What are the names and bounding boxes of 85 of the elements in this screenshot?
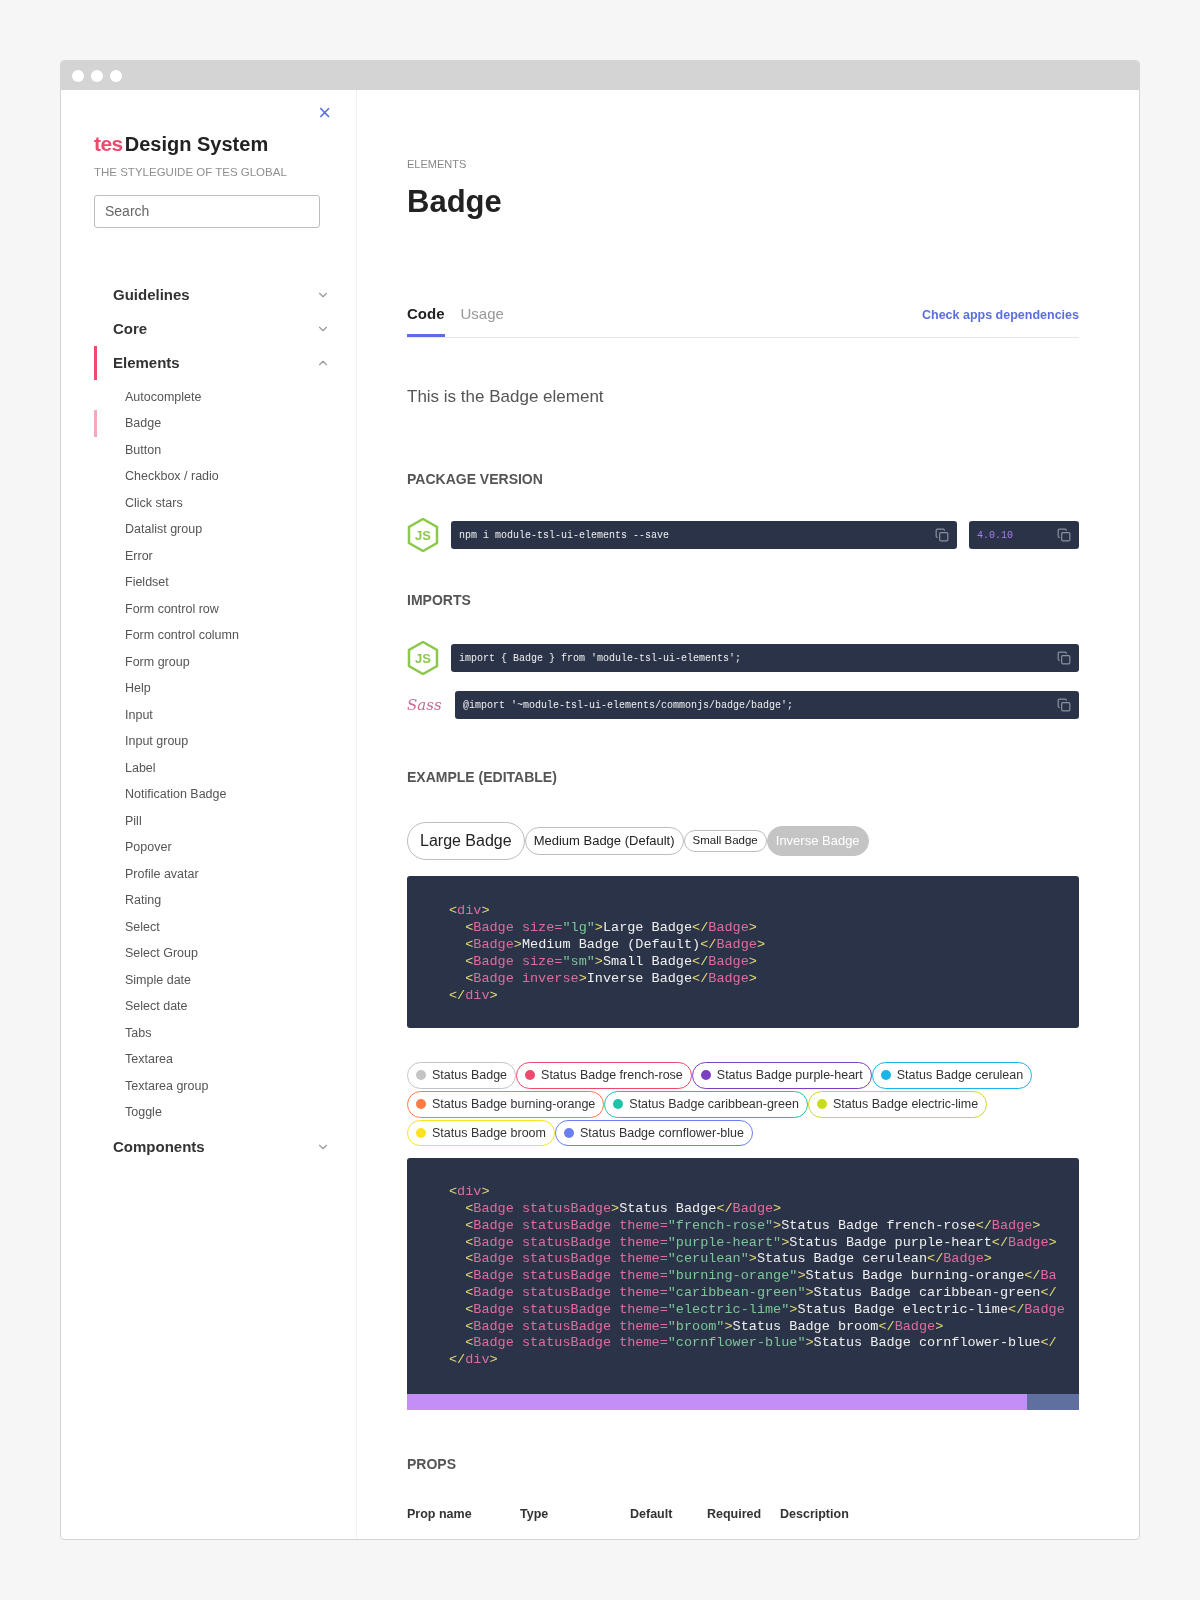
- code-line: <Badge size="sm">Small Badge</Badge>: [464, 953, 758, 970]
- nav-subitem[interactable]: Click stars: [94, 489, 336, 517]
- nav-item[interactable]: Guidelines: [94, 277, 336, 312]
- code-line: <Badge>Medium Badge (Default)</Badge>: [464, 936, 766, 953]
- code-line: <div>: [449, 902, 491, 919]
- copy-icon[interactable]: [1057, 651, 1071, 665]
- nav-subitem[interactable]: Form control row: [94, 595, 336, 623]
- page-title: Badge: [407, 182, 503, 221]
- js-logo-icon: JS: [407, 641, 439, 675]
- brand-title: Design System: [124, 132, 269, 157]
- sass-logo-icon: Sass: [407, 693, 443, 717]
- nav-subitem[interactable]: Input: [94, 701, 336, 729]
- section-heading: PROPS: [407, 1455, 457, 1475]
- search-field[interactable]: Search: [94, 194, 320, 228]
- section-heading: PACKAGE VERSION: [407, 470, 544, 489]
- code-line: <Badge size="lg">Large Badge</Badge>: [464, 919, 758, 936]
- copy-icon[interactable]: [935, 528, 949, 542]
- nav-subitem[interactable]: Select: [94, 913, 336, 941]
- nav-subitem[interactable]: Help: [94, 675, 336, 702]
- nav-subitem[interactable]: Autocomplete: [94, 383, 336, 411]
- section-eyebrow: ELEMENTS: [407, 157, 468, 172]
- badge: Inverse Badge: [766, 826, 869, 856]
- code-line: </div>: [449, 1352, 499, 1369]
- code-line: <Badge statusBadge theme="electric-lime">Status Badge electric-lime</Badge: [464, 1301, 1066, 1319]
- code-line: <Badge inverse>Inverse Badge</Badge>: [464, 970, 758, 987]
- code-line: <Badge statusBadge theme="burning-orange">Status Badge burning-orange</Ba: [464, 1268, 1058, 1286]
- code-line: <Badge statusBadge theme="broom">Status Badge broom</Badge>: [464, 1318, 945, 1336]
- code-line: import { Badge } from 'module-tsl-ui-elements';: [459, 651, 742, 666]
- code-line: <Badge statusBadge theme="caribbean-green">Status Badge caribbean-green</: [464, 1285, 1058, 1302]
- code-line: npm i module-tsl-ui-elements --save: [459, 528, 670, 543]
- nav-subitem[interactable]: Error: [94, 542, 336, 570]
- js-logo-icon: JS: [407, 518, 439, 552]
- code-line: @import '~module-tsl-ui-elements/commonjs/badge/badge';: [463, 698, 794, 713]
- column-header: Prop name: [407, 1506, 473, 1524]
- column-header: Required: [707, 1506, 763, 1524]
- nav-subitem[interactable]: Input group: [94, 728, 336, 755]
- nav-subitem[interactable]: Rating: [94, 887, 336, 914]
- copy-icon[interactable]: [1057, 528, 1071, 542]
- nav-item[interactable]: Components: [94, 1129, 336, 1164]
- nav-subitem[interactable]: Notification Badge: [94, 781, 336, 808]
- badge: Large Badge: [407, 822, 525, 860]
- dependencies-link[interactable]: Check apps dependencies: [922, 305, 1079, 337]
- nav-subitem[interactable]: Select Group: [94, 940, 336, 967]
- code-line: </div>: [449, 987, 499, 1004]
- nav-subitem[interactable]: Badge: [94, 410, 336, 437]
- intro-text: This is the Badge element: [407, 385, 605, 408]
- badge: Medium Badge (Default): [524, 827, 684, 855]
- nav-subitem[interactable]: Datalist group: [94, 516, 336, 543]
- version-field: 4.0.10: [969, 521, 1079, 549]
- copy-icon[interactable]: [1057, 698, 1071, 712]
- column-header: Default: [630, 1506, 674, 1524]
- column-header: Description: [780, 1506, 850, 1524]
- tab[interactable]: Code: [407, 303, 445, 337]
- section-heading: EXAMPLE (EDITABLE): [407, 768, 558, 787]
- nav-subitem[interactable]: Profile avatar: [94, 860, 336, 888]
- nav-subitem[interactable]: Pill: [94, 807, 336, 835]
- code-line: <Badge statusBadge>Status Badge</Badge>: [464, 1201, 783, 1218]
- nav-subitem[interactable]: Form group: [94, 648, 336, 676]
- code-line: <Badge statusBadge theme="french-rose">Status Badge french-rose</Badge>: [464, 1217, 1042, 1235]
- badge: Small Badge: [683, 830, 767, 852]
- nav-subitem[interactable]: Tabs: [94, 1019, 336, 1047]
- section-heading: IMPORTS: [407, 591, 472, 610]
- scrollbar-thumb[interactable]: [1027, 1394, 1079, 1411]
- nav-subitem[interactable]: Select date: [94, 993, 336, 1020]
- nav-subitem[interactable]: Popover: [94, 834, 336, 861]
- nav-subitem[interactable]: Textarea: [94, 1046, 336, 1073]
- nav-subitem[interactable]: Label: [94, 754, 336, 782]
- scrollbar[interactable]: [407, 1394, 1079, 1411]
- nav-subitem[interactable]: Toggle: [94, 1099, 336, 1126]
- nav-subitem[interactable]: Checkbox / radio: [94, 463, 336, 490]
- code-line: <Badge statusBadge theme="cerulean">Status Badge cerulean</Badge>: [464, 1251, 993, 1269]
- nav-item[interactable]: Core: [94, 311, 336, 346]
- column-header: Type: [520, 1506, 550, 1524]
- nav-subitem[interactable]: Fieldset: [94, 569, 336, 596]
- nav-subitem[interactable]: Form control column: [94, 622, 336, 649]
- nav-subitem[interactable]: Button: [94, 436, 336, 464]
- code-line: <Badge statusBadge theme="purple-heart">Status Badge purple-heart</Badge>: [464, 1234, 1058, 1252]
- nav-subitem[interactable]: Simple date: [94, 966, 336, 994]
- close-button[interactable]: ×: [318, 102, 331, 124]
- code-line: <Badge statusBadge theme="cornflower-blue">Status Badge cornflower-blue</: [464, 1335, 1058, 1353]
- nav-item[interactable]: Elements: [94, 345, 336, 380]
- brand-subtitle: THE STYLEGUIDE OF TES GLOBAL: [94, 164, 288, 180]
- code-line: <div>: [449, 1184, 491, 1202]
- brand-logo: tes: [94, 131, 123, 157]
- nav-subitem[interactable]: Textarea group: [94, 1072, 336, 1100]
